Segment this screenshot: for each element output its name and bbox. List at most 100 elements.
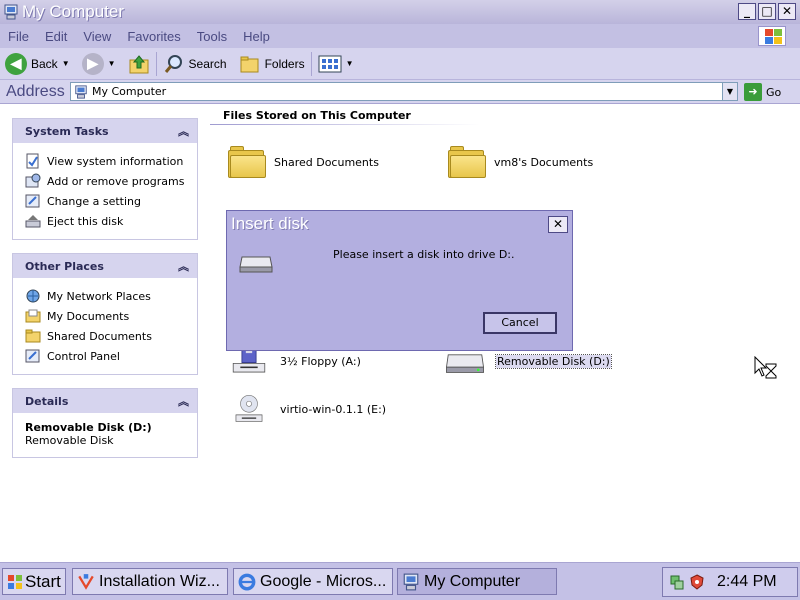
taskbar-item-my-computer[interactable]: My Computer [397,568,557,595]
address-dropdown-icon[interactable]: ▼ [722,83,737,100]
windows-logo-icon [758,26,786,46]
drive-virtio-e[interactable]: virtio-win-0.1.1 (E:) [226,394,386,424]
go-button[interactable]: ➜ Go [744,83,781,101]
folders-button[interactable]: Folders [239,53,305,75]
collapse-icon[interactable]: ︽ [178,123,189,139]
security-alert-tray-icon[interactable] [689,574,705,590]
toolbar-separator [310,51,312,76]
add-remove-programs-icon [25,173,41,188]
system-tasks-panel: System Tasks ︽ View system information A… [12,118,198,240]
menu-favorites[interactable]: Favorites [119,29,188,44]
collapse-icon[interactable]: ︽ [178,393,189,409]
menu-tools[interactable]: Tools [189,29,235,44]
place-label: My Documents [47,309,130,323]
folder-vm8-documents[interactable]: vm8's Documents [448,146,593,178]
menu-view[interactable]: View [75,29,119,44]
shared-folder-icon [25,329,41,343]
task-view-system-info[interactable]: View system information [25,151,187,171]
system-tray: 2:44 PM [662,567,798,597]
details-name: Removable Disk (D:) [25,421,152,434]
maximize-button[interactable]: □ [758,3,776,20]
title-bar: My Computer _ □ ✕ [0,0,800,24]
task-add-remove-programs[interactable]: Add or remove programs [25,171,187,191]
views-button[interactable]: ▼ [318,54,354,74]
windows-flag-icon [8,574,22,589]
drive-label: virtio-win-0.1.1 (E:) [280,402,387,416]
taskbar-item-google-ie[interactable]: Google - Micros... [233,568,393,595]
views-icon [318,55,342,72]
task-label: Add or remove programs [47,174,185,188]
menu-edit[interactable]: Edit [37,29,75,44]
task-label: Google - Micros... [260,572,387,590]
toolbar-separator [155,51,157,76]
my-computer-icon [4,4,18,20]
clock[interactable]: 2:44 PM [717,573,777,591]
insert-disk-dialog: Insert disk ✕ Please insert a disk into … [226,210,573,351]
task-label: Eject this disk [47,214,124,228]
up-button[interactable] [128,53,150,75]
network-places-icon [26,289,40,303]
toolbar: ◀ Back ▼ ▶ ▼ Search Folders ▼ [0,48,800,80]
folder-icon [228,146,266,178]
collapse-icon[interactable]: ︽ [178,258,189,274]
system-tasks-header[interactable]: System Tasks ︽ [13,119,197,143]
task-label: Installation Wiz... [99,572,220,590]
place-my-network-places[interactable]: My Network Places [25,286,187,306]
back-button[interactable]: ◀ Back ▼ [5,52,70,75]
menu-file[interactable]: File [0,29,37,44]
start-label: Start [25,571,61,591]
start-button[interactable]: Start [2,568,66,595]
my-computer-icon [75,84,87,99]
folders-icon [240,56,259,72]
search-label: Search [188,56,227,71]
go-arrow-icon: ➜ [744,83,762,101]
address-label: Address [6,82,65,100]
search-button[interactable]: Search [163,53,227,75]
go-label: Go [766,85,782,99]
menu-bar: File Edit View Favorites Tools Help [0,24,800,48]
folder-up-icon [129,54,149,73]
control-panel-icon [25,194,40,208]
minimize-button[interactable]: _ [738,3,756,20]
menu-help[interactable]: Help [235,29,278,44]
task-change-setting[interactable]: Change a setting [25,191,187,211]
address-bar: Address My Computer ▼ ➜ Go [0,80,800,104]
place-shared-documents[interactable]: Shared Documents [25,326,187,346]
search-icon [164,54,182,73]
place-label: Shared Documents [47,329,152,343]
task-eject-disk[interactable]: Eject this disk [25,211,187,231]
forward-arrow-icon: ▶ [81,52,104,75]
back-label: Back [31,56,58,71]
window-title: My Computer [22,2,125,21]
dialog-close-button[interactable]: ✕ [548,216,568,233]
details-panel: Details ︽ Removable Disk (D:) Removable … [12,388,198,458]
views-dropdown-icon[interactable]: ▼ [346,59,354,68]
taskbar: Start Installation Wiz... Google - Micro… [0,562,800,600]
details-header[interactable]: Details ︽ [13,389,197,413]
address-value: My Computer [92,85,167,98]
back-arrow-icon: ◀ [5,52,27,75]
system-tasks-title: System Tasks [25,124,109,138]
folder-shared-documents[interactable]: Shared Documents [228,146,379,178]
back-dropdown-icon[interactable]: ▼ [62,59,70,68]
close-button[interactable]: ✕ [778,3,796,20]
eject-icon [25,215,41,228]
forward-dropdown-icon[interactable]: ▼ [108,59,116,68]
network-tray-icon[interactable] [669,574,685,590]
dialog-message: Please insert a disk into drive D:. [333,248,515,261]
task-label: My Computer [424,572,521,590]
folder-label: vm8's Documents [494,155,594,169]
my-computer-icon [403,573,419,590]
section-files-title: Files Stored on This Computer [223,109,411,122]
other-places-header[interactable]: Other Places ︽ [13,254,197,278]
address-input[interactable]: My Computer ▼ [70,82,738,101]
place-label: Control Panel [47,349,120,363]
forward-button[interactable]: ▶ ▼ [81,52,116,75]
taskbar-item-installation-wizard[interactable]: Installation Wiz... [72,568,228,595]
cancel-button[interactable]: Cancel [483,312,557,334]
place-my-documents[interactable]: My Documents [25,306,187,326]
place-control-panel[interactable]: Control Panel [25,346,187,366]
drive-label: 3½ Floppy (A:) [280,354,361,368]
task-label: View system information [47,154,184,168]
system-info-icon [26,153,39,169]
